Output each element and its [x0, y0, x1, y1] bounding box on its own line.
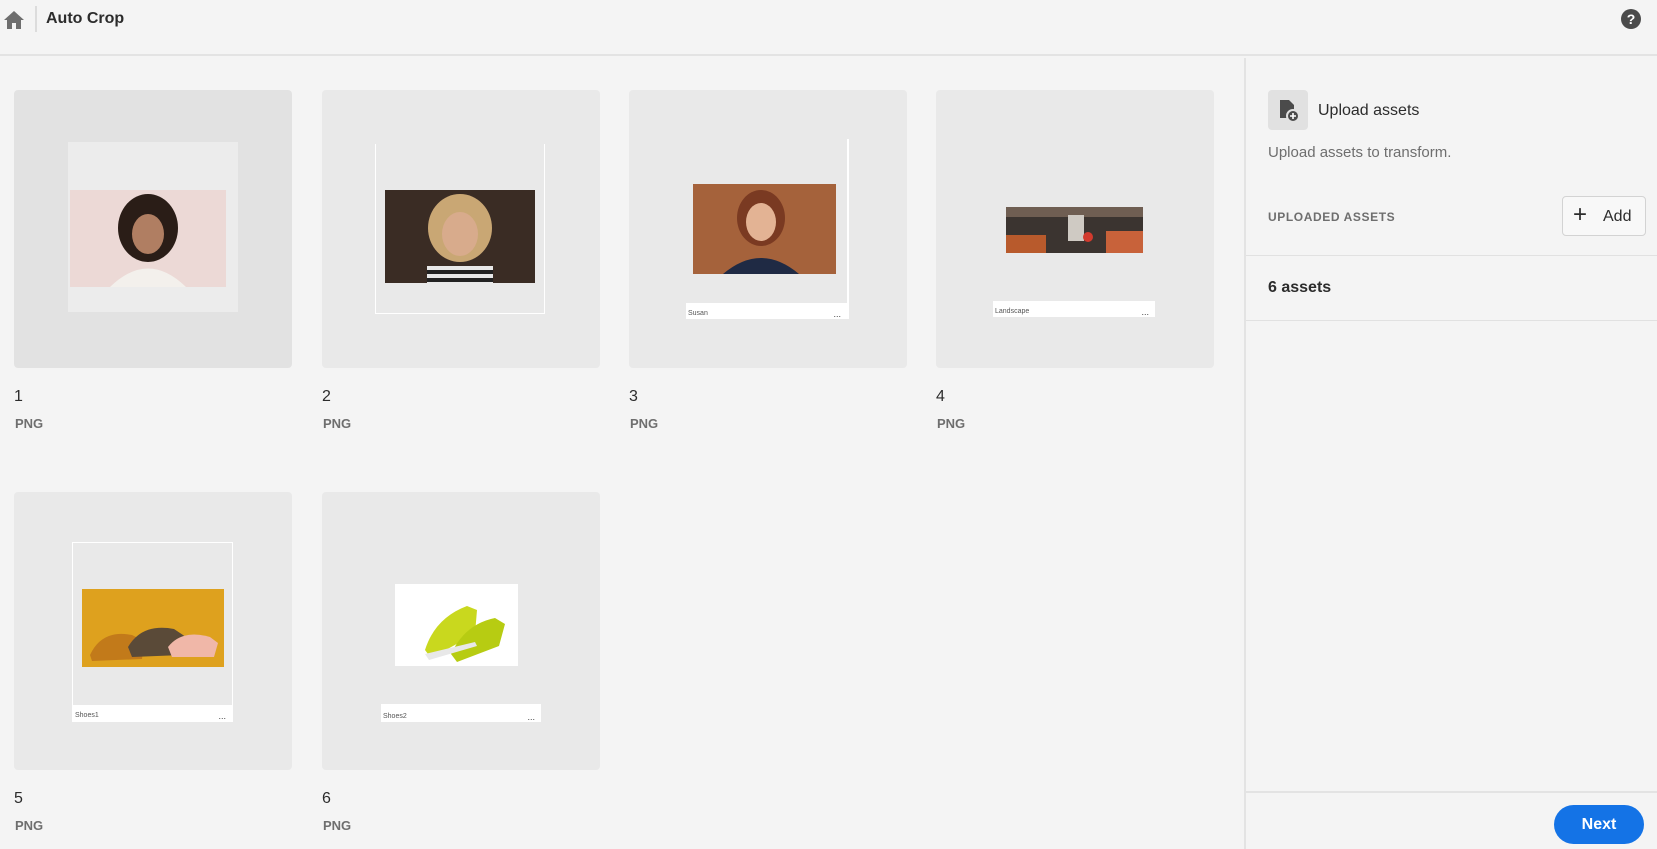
caption-bar: Shoes1 ... [73, 705, 232, 721]
home-icon[interactable] [2, 9, 26, 31]
asset-caption: Susan [688, 310, 708, 317]
asset-preview: Shoes1 ... [72, 542, 233, 722]
more-options-icon[interactable]: ... [1141, 307, 1149, 317]
asset-name: 1 [14, 388, 23, 405]
page-title: Auto Crop [46, 10, 125, 27]
asset-caption: Shoes1 [75, 712, 99, 719]
asset-type: PNG [630, 416, 659, 431]
asset-name: 3 [629, 388, 638, 405]
asset-name: 4 [936, 388, 945, 405]
asset-preview: Susan ... [686, 139, 849, 319]
asset-thumbnail[interactable]: Shoes2 ... [322, 492, 600, 770]
asset-type: PNG [15, 416, 44, 431]
caption-bar: Shoes2 ... [381, 704, 541, 722]
portrait-photo [693, 184, 836, 274]
shoes-photo [82, 589, 224, 667]
shoes-photo [395, 584, 518, 666]
asset-preview: Shoes2 ... [381, 542, 541, 722]
caption-bar: Susan ... [686, 303, 847, 319]
asset-caption: Shoes2 [383, 713, 407, 720]
asset-card[interactable]: Susan ... 3 PNG [629, 90, 907, 431]
more-options-icon[interactable]: ... [527, 712, 535, 722]
help-icon[interactable]: ? [1621, 9, 1641, 29]
asset-preview [375, 144, 545, 314]
upload-assets-icon[interactable] [1268, 90, 1308, 130]
asset-card[interactable]: Landscape ... 4 PNG [936, 90, 1214, 431]
more-options-icon[interactable]: ... [833, 309, 841, 319]
divider [1246, 320, 1657, 321]
asset-type: PNG [937, 416, 966, 431]
asset-thumbnail[interactable]: Shoes1 ... [14, 492, 292, 770]
plus-icon: + [1573, 201, 1588, 228]
footer-divider [1246, 791, 1657, 793]
asset-preview [68, 142, 238, 312]
more-options-icon[interactable]: ... [218, 711, 226, 721]
asset-caption: Landscape [995, 308, 1030, 315]
asset-card[interactable]: 2 PNG [322, 90, 600, 431]
add-button-label: Add [1603, 208, 1632, 225]
upload-description: Upload assets to transform. [1268, 144, 1452, 161]
asset-thumbnail[interactable]: Landscape ... [936, 90, 1214, 368]
next-button[interactable]: Next [1554, 805, 1644, 844]
asset-count: 6 assets [1268, 279, 1332, 296]
portrait-photo [70, 190, 226, 287]
divider [1246, 255, 1657, 256]
right-panel: Upload assets Upload assets to transform… [1244, 58, 1657, 849]
asset-thumbnail[interactable] [14, 90, 292, 368]
asset-name: 6 [322, 790, 331, 807]
asset-card[interactable]: Shoes2 ... 6 PNG [322, 492, 600, 833]
asset-card[interactable]: 1 PNG [14, 90, 292, 431]
caption-bar: Landscape ... [993, 301, 1155, 317]
asset-type: PNG [323, 416, 352, 431]
asset-thumbnail[interactable] [322, 90, 600, 368]
asset-type: PNG [15, 818, 44, 833]
header-divider [35, 6, 37, 32]
asset-type: PNG [323, 818, 352, 833]
add-button[interactable]: + Add [1562, 196, 1646, 236]
asset-name: 5 [14, 790, 23, 807]
section-label: UPLOADED ASSETS [1268, 210, 1396, 224]
app-header: Auto Crop ? [0, 0, 1657, 56]
asset-thumbnail[interactable]: Susan ... [629, 90, 907, 368]
asset-card[interactable]: Shoes1 ... 5 PNG [14, 492, 292, 833]
upload-title: Upload assets [1318, 102, 1420, 119]
landscape-photo [1006, 207, 1143, 253]
asset-name: 2 [322, 388, 331, 405]
asset-grid: 1 PNG 2 PNG Susan ... 3 PNG Landscape ..… [0, 58, 1244, 849]
portrait-photo [385, 190, 535, 283]
